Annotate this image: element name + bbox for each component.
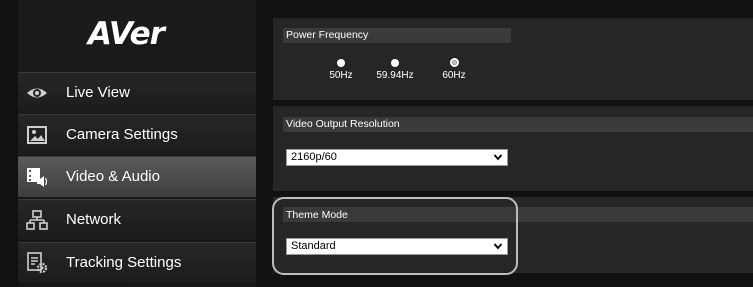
sidebar-item-tracking-settings[interactable]: Tracking Settings <box>18 242 256 283</box>
theme-mode-header <box>283 207 753 222</box>
radio-button[interactable] <box>391 59 399 67</box>
radio-label-50hz: 50Hz <box>329 70 353 81</box>
radio-50hz[interactable]: 50Hz <box>316 59 366 81</box>
sidebar-item-network[interactable]: Network <box>18 199 256 240</box>
sidebar-item-label: Video & Audio <box>66 168 160 185</box>
sidebar: AVer Live View Camera Settings Video & A… <box>18 0 256 287</box>
video-output-title: Video Output Resolution <box>286 118 400 130</box>
radio-59-94hz[interactable]: 59.94Hz <box>370 59 420 81</box>
video-output-value: 2160p/60 <box>291 151 337 163</box>
sidebar-item-label: Camera Settings <box>66 126 178 143</box>
sidebar-item-label: Tracking Settings <box>66 254 182 271</box>
sidebar-item-label: Network <box>66 211 122 228</box>
eye-icon <box>27 88 47 98</box>
sidebar-item-camera-settings[interactable]: Camera Settings <box>18 114 256 155</box>
power-frequency-title: Power Frequency <box>286 29 369 41</box>
radio-label-60hz: 60Hz <box>442 70 466 81</box>
aver-logo: AVer <box>88 16 165 52</box>
video-audio-icon <box>27 168 48 187</box>
theme-mode-select[interactable]: Standard <box>286 238 508 255</box>
sidebar-item-video-audio[interactable]: Video & Audio <box>18 156 256 197</box>
radio-button-selected[interactable] <box>449 58 459 67</box>
radio-label-59-94hz: 59.94Hz <box>376 70 414 81</box>
sidebar-item-live-view[interactable]: Live View <box>18 72 256 113</box>
chevron-down-icon <box>493 154 503 161</box>
radio-60hz[interactable]: 60Hz <box>429 58 479 81</box>
image-icon <box>27 126 47 144</box>
chevron-down-icon <box>493 243 503 250</box>
sidebar-item-label: Live View <box>66 84 130 101</box>
radio-button[interactable] <box>337 59 345 67</box>
tracking-settings-icon <box>27 252 48 274</box>
theme-mode-value: Standard <box>291 240 336 252</box>
video-output-select[interactable]: 2160p/60 <box>286 149 508 166</box>
network-icon <box>26 210 48 230</box>
theme-mode-title: Theme Mode <box>286 209 348 221</box>
logo-area: AVer <box>18 0 256 72</box>
